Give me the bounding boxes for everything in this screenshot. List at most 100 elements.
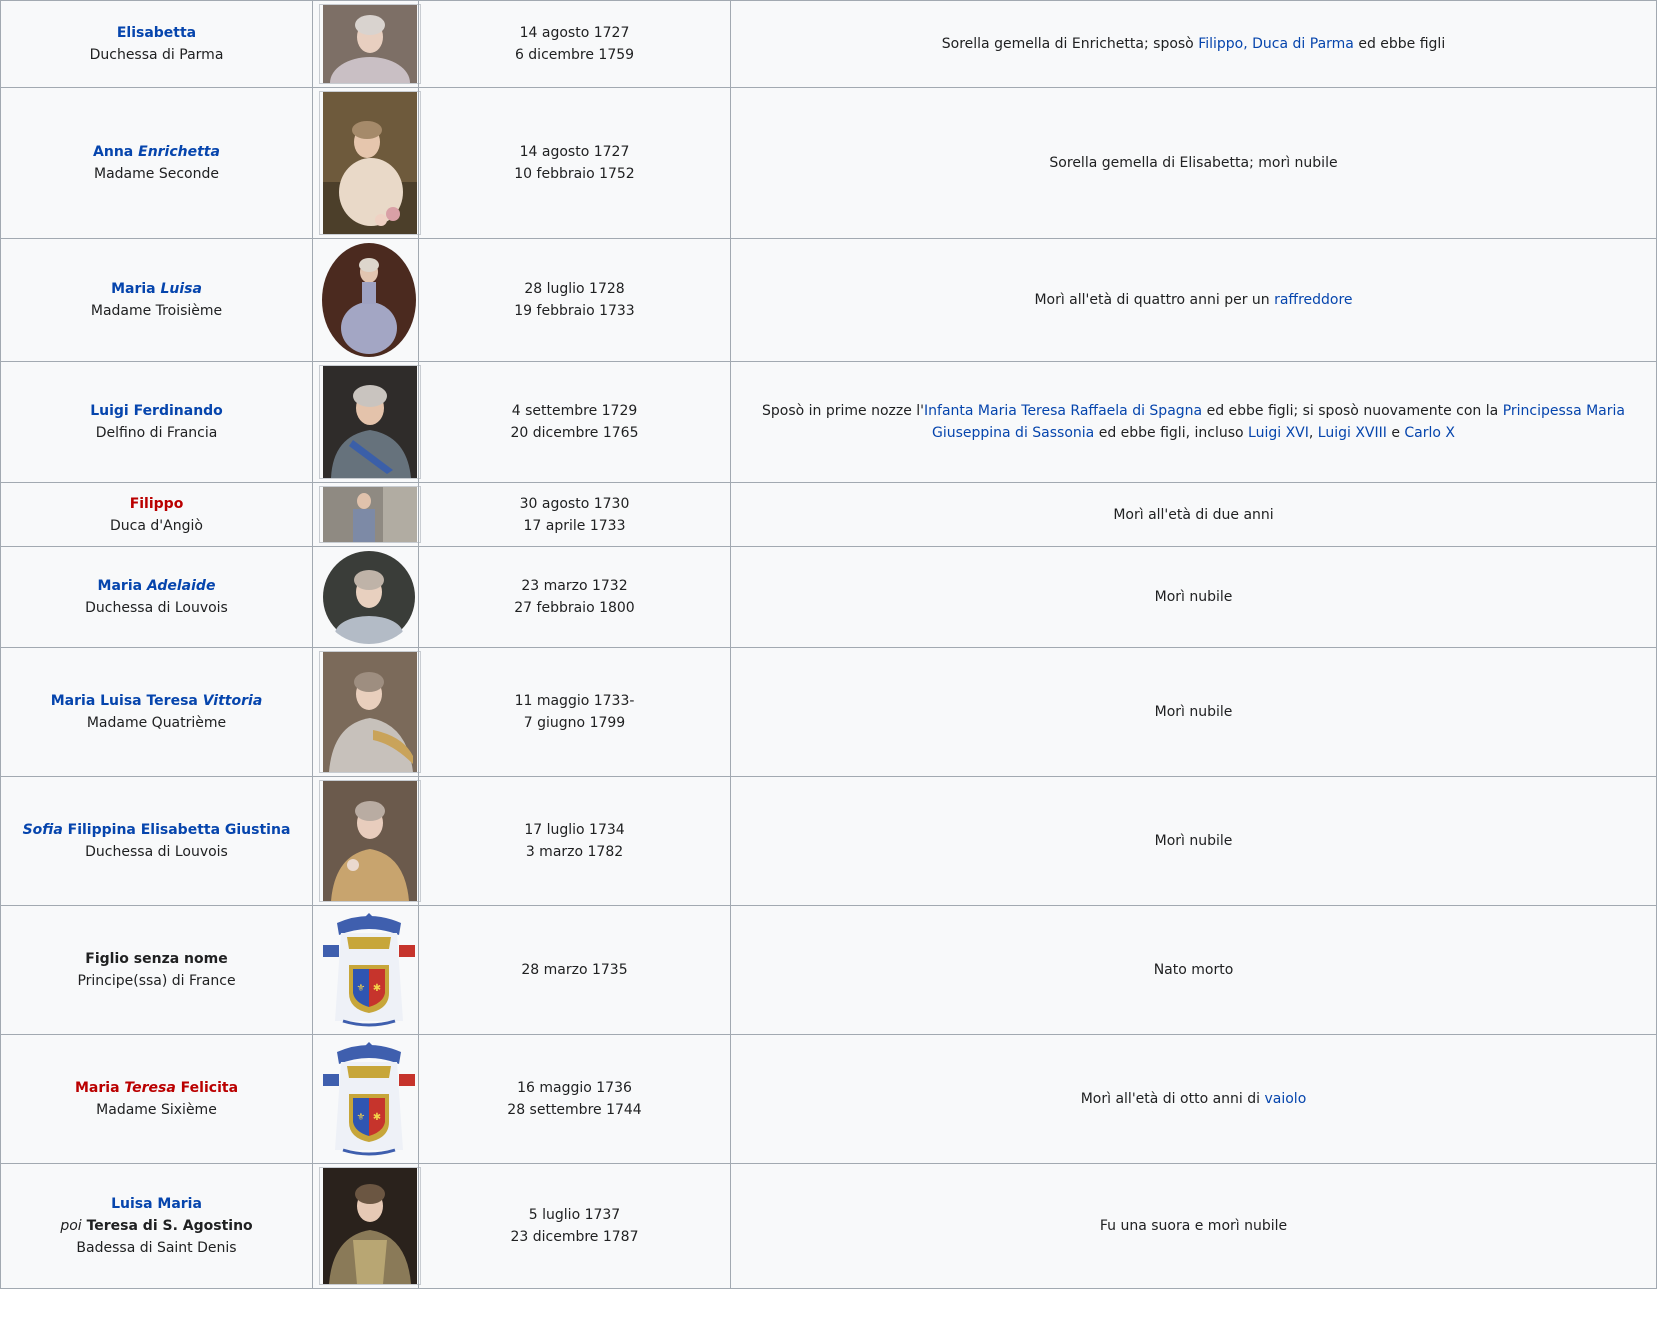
note-link[interactable]: Luigi XVI [1248, 425, 1309, 441]
notes: Sposò in prime nozze l'Infanta Maria Ter… [762, 403, 1625, 441]
child-title: Badessa di Saint Denis [76, 1240, 237, 1256]
notes-cell: Fu una suora e morì nubile [730, 1163, 1657, 1289]
portrait-cell [312, 87, 421, 239]
portrait-vittoria[interactable] [319, 651, 421, 773]
portrait-cell [312, 546, 419, 648]
note-text: Sorella gemella di Elisabetta; morì nubi… [1049, 155, 1338, 171]
child-name[interactable]: Maria Adelaide [7, 575, 306, 597]
table-row: Figlio senza nome Principe(ssa) di Franc… [0, 905, 1657, 1035]
birth-date: 28 marzo 1735 [521, 962, 628, 978]
name-segment: Elisabetta [116, 25, 197, 41]
portrait-luigi-ferdinando[interactable] [319, 365, 421, 479]
notes: Sorella gemella di Enrichetta; sposò Fil… [942, 36, 1445, 52]
note-text: Morì all'età di due anni [1113, 506, 1274, 523]
note-link[interactable]: Carlo X [1404, 425, 1455, 441]
child-name[interactable]: Anna Enrichetta [7, 141, 306, 163]
name-segment: Sofia [22, 822, 63, 838]
coat-of-arms-icon[interactable]: ⚜ ✱ [319, 909, 419, 1031]
child-title: Madame Sixième [96, 1102, 217, 1118]
note-text: Morì all'età di quattro anni per un [1034, 292, 1275, 308]
portrait-cell [312, 776, 421, 906]
death-date: 20 dicembre 1765 [510, 425, 639, 441]
name-segment: Teresa [124, 1080, 176, 1096]
birth-date: 30 agosto 1730 [519, 495, 630, 512]
portrait-elisabetta[interactable] [319, 4, 421, 84]
portrait-cell [312, 482, 421, 547]
dates-cell: 23 marzo 1732 27 febbraio 1800 [418, 546, 731, 648]
child-title: Duchessa di Parma [89, 47, 224, 63]
note-text: e [1386, 425, 1405, 441]
portrait-cell [312, 361, 421, 483]
notes-cell: Morì all'età di quattro anni per un raff… [730, 238, 1657, 362]
name-segment: Filippo [129, 495, 184, 512]
death-date: 23 dicembre 1787 [510, 1229, 639, 1245]
name-cell: Figlio senza nome Principe(ssa) di Franc… [0, 905, 313, 1035]
child-name[interactable]: Maria Luisa Teresa Vittoria [7, 690, 306, 712]
svg-text:✱: ✱ [373, 983, 381, 994]
note-text: Sposò in prime nozze l' [761, 403, 925, 419]
child-name[interactable]: Elisabetta [7, 22, 306, 44]
table-row: Luisa Maria poi Teresa di S. Agostino Ba… [0, 1163, 1657, 1289]
name-segment: Anna [93, 144, 139, 160]
birth-date: 11 maggio 1733- [514, 693, 635, 709]
notes-cell: Morì all'età di due anni [730, 482, 1657, 547]
portrait-anna-enrichetta[interactable] [319, 91, 421, 235]
note-text: ed ebbe figli; si sposò nuovamente con l… [1202, 403, 1503, 419]
name-segment: Maria [74, 1080, 125, 1096]
dates-cell: 11 maggio 1733- 7 giugno 1799 [418, 647, 731, 777]
dates-cell: 5 luglio 1737 23 dicembre 1787 [418, 1163, 731, 1289]
portrait-maria-adelaide[interactable] [319, 550, 419, 644]
portrait-sofia[interactable] [319, 780, 421, 902]
child-title: Madame Quatrième [86, 715, 227, 731]
note-link[interactable]: raffreddore [1274, 292, 1352, 308]
birth-date: 16 maggio 1736 [517, 1080, 632, 1096]
death-date: 27 febbraio 1800 [514, 600, 635, 616]
coat-of-arms-icon[interactable]: ⚜ ✱ [319, 1038, 419, 1160]
dates-cell: 30 agosto 1730 17 aprile 1733 [418, 482, 731, 547]
child-name[interactable]: Luigi Ferdinando [7, 400, 306, 422]
child-title: Madame Seconde [94, 166, 219, 182]
name-segment: Vittoria [202, 693, 263, 709]
notes-cell: Sorella gemella di Enrichetta; sposò Fil… [730, 0, 1657, 88]
name-segment: Maria [111, 281, 161, 297]
portrait-maria-luisa[interactable] [319, 242, 419, 358]
svg-text:✱: ✱ [373, 1112, 381, 1123]
child-name[interactable]: Maria Luisa [7, 278, 306, 300]
name-segment: Luisa [160, 281, 202, 297]
death-date: 28 settembre 1744 [507, 1102, 642, 1118]
name-segment: Adelaide [146, 578, 216, 594]
child-name[interactable]: Sofia Filippina Elisabetta Giustina [7, 819, 306, 841]
child-alt-name: poi Teresa di S. Agostino [7, 1215, 306, 1237]
child-title: Madame Troisième [90, 303, 223, 319]
note-link[interactable]: Filippo, Duca di Parma [1198, 36, 1354, 52]
table-row: Anna Enrichetta Madame Seconde 14 agosto… [0, 87, 1657, 239]
notes: Morì nubile [1155, 704, 1233, 720]
name-cell: Anna Enrichetta Madame Seconde [0, 87, 313, 239]
portrait-filippo[interactable] [319, 486, 421, 543]
child-name[interactable]: Filippo [7, 493, 306, 515]
name-cell: Luigi Ferdinando Delfino di Francia [0, 361, 313, 483]
name-cell: Filippo Duca d'Angiò [0, 482, 313, 547]
notes: Morì nubile [1155, 589, 1233, 605]
child-name[interactable]: Luisa Maria [7, 1193, 306, 1215]
portrait-cell [312, 647, 421, 777]
note-link[interactable]: Luigi XVIII [1318, 425, 1387, 441]
child-name[interactable]: Maria Teresa Felicita [7, 1077, 306, 1099]
child-name[interactable]: Figlio senza nome [7, 948, 306, 970]
birth-date: 14 agosto 1727 [519, 144, 630, 160]
portrait-luisa-maria[interactable] [319, 1167, 421, 1285]
notes: Morì all'età di due anni [1113, 507, 1273, 523]
name-cell: Maria Teresa Felicita Madame Sixième [0, 1034, 313, 1164]
note-link[interactable]: vaiolo [1264, 1091, 1306, 1107]
note-link[interactable]: Infanta Maria Teresa Raffaela di Spagna [924, 403, 1202, 419]
dates-cell: 16 maggio 1736 28 settembre 1744 [418, 1034, 731, 1164]
death-date: 6 dicembre 1759 [514, 47, 635, 63]
portrait-cell [312, 238, 419, 362]
child-title: Delfino di Francia [95, 425, 218, 441]
name-cell: Maria Luisa Madame Troisième [0, 238, 313, 362]
name-segment: Enrichetta [138, 144, 220, 160]
name-cell: Sofia Filippina Elisabetta Giustina Duch… [0, 776, 313, 906]
name-segment: Figlio senza nome [85, 951, 228, 967]
alt-prefix: poi [60, 1218, 82, 1234]
death-date: 19 febbraio 1733 [514, 303, 635, 319]
